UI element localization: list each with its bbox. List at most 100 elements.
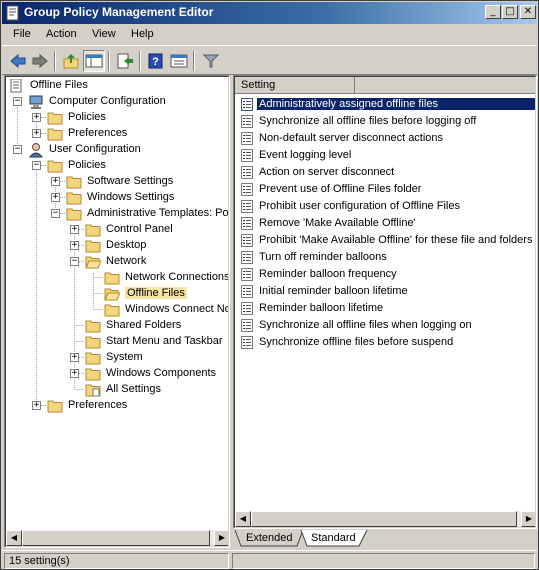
setting-icon xyxy=(241,217,253,230)
scroll-left-icon[interactable]: ◀ xyxy=(235,511,251,527)
scrollbar-thumb[interactable] xyxy=(22,530,210,546)
column-header-setting[interactable]: Setting xyxy=(235,77,355,94)
show-hide-tree-icon[interactable] xyxy=(83,50,105,72)
tree-item-user-policies[interactable]: − Policies xyxy=(6,158,228,174)
settings-horizontal-scrollbar[interactable]: ◀ ▶ xyxy=(235,511,535,527)
tree-item-label: Offline Files xyxy=(30,79,88,91)
maximize-button[interactable]: □ xyxy=(502,5,518,19)
folder-icon xyxy=(85,320,101,333)
toolbar-separator xyxy=(108,51,110,71)
tree-item-windows-connect-now[interactable]: Windows Connect Now xyxy=(6,302,229,318)
collapse-icon[interactable]: − xyxy=(70,257,79,266)
expand-icon[interactable]: + xyxy=(32,401,41,410)
folder-icon xyxy=(47,112,63,125)
tree-item-start-menu-taskbar[interactable]: Start Menu and Taskbar xyxy=(6,334,228,350)
setting-icon xyxy=(241,319,253,332)
setting-icon xyxy=(241,234,253,247)
menu-help[interactable]: Help xyxy=(131,28,154,40)
computer-icon xyxy=(29,95,43,109)
tree-item-administrative-templates[interactable]: − Administrative Templates: Pol xyxy=(6,206,228,222)
setting-icon xyxy=(241,302,253,315)
tree-item-windows-components[interactable]: + Windows Components xyxy=(6,366,228,382)
tree-item-software-settings[interactable]: + Software Settings xyxy=(6,174,228,190)
expand-icon[interactable]: + xyxy=(70,225,79,234)
collapse-icon[interactable]: − xyxy=(13,97,22,106)
tree-item-windows-settings[interactable]: + Windows Settings xyxy=(6,190,228,206)
properties-icon[interactable] xyxy=(168,50,190,72)
tree-item-label: Start Menu and Taskbar xyxy=(106,335,223,347)
tree-item-label: Preferences xyxy=(68,127,128,139)
forward-icon[interactable] xyxy=(29,50,51,72)
tree-item-desktop[interactable]: + Desktop xyxy=(6,238,228,254)
up-icon[interactable] xyxy=(60,50,82,72)
expand-icon[interactable]: + xyxy=(70,369,79,378)
tab-extended[interactable]: Extended xyxy=(238,530,300,548)
folder-icon xyxy=(85,352,101,365)
setting-label: Turn off reminder balloons xyxy=(259,251,387,263)
setting-icon xyxy=(241,200,253,213)
setting-label: Administratively assigned offline files xyxy=(257,98,535,110)
menu-view[interactable]: View xyxy=(92,28,116,40)
tree-item-system[interactable]: + System xyxy=(6,350,228,366)
folder-icon xyxy=(66,208,82,221)
close-button[interactable]: ✕ xyxy=(520,5,536,19)
scroll-right-icon[interactable]: ▶ xyxy=(521,511,535,527)
tab-standard[interactable]: Standard xyxy=(303,530,364,548)
expand-icon[interactable]: + xyxy=(32,129,41,138)
tree-item-computer-preferences[interactable]: + Preferences xyxy=(6,126,228,142)
toolbar-separator xyxy=(54,51,56,71)
menu-file[interactable]: File xyxy=(13,28,31,40)
folder-icon xyxy=(85,368,101,381)
export-icon[interactable] xyxy=(114,50,136,72)
back-icon[interactable] xyxy=(7,50,29,72)
scroll-left-icon[interactable]: ◀ xyxy=(6,530,22,546)
tree-item-label: Windows Settings xyxy=(87,191,175,203)
scroll-right-icon[interactable]: ▶ xyxy=(214,530,228,546)
folder-icon xyxy=(66,192,82,205)
tree-item-computer-configuration[interactable]: − Computer Configuration xyxy=(6,94,228,110)
setting-label: Reminder balloon lifetime xyxy=(259,302,384,314)
status-cell-empty xyxy=(232,553,535,569)
folder-open-icon xyxy=(85,256,101,269)
expand-icon[interactable]: + xyxy=(70,241,79,250)
help-icon[interactable]: ? xyxy=(145,50,167,72)
tree-horizontal-scrollbar[interactable]: ◀ ▶ xyxy=(6,530,228,546)
tree-item-shared-folders[interactable]: Shared Folders xyxy=(6,318,228,334)
gpo-editor-icon xyxy=(6,5,19,21)
menu-action[interactable]: Action xyxy=(46,28,77,40)
setting-icon xyxy=(241,132,253,145)
tree-item-all-settings[interactable]: All Settings xyxy=(6,382,228,398)
tree-item-user-configuration[interactable]: − User Configuration xyxy=(6,142,228,158)
tree-item-label: Network xyxy=(106,255,147,267)
collapse-icon[interactable]: − xyxy=(51,209,60,218)
tree-item-user-preferences[interactable]: + Preferences xyxy=(6,398,228,414)
expand-icon[interactable]: + xyxy=(51,177,60,186)
expand-icon[interactable]: + xyxy=(32,113,41,122)
status-setting-count: 15 setting(s) xyxy=(4,553,229,569)
setting-icon xyxy=(241,268,253,281)
title-bar[interactable]: Group Policy Management Editor _ □ ✕ xyxy=(2,2,537,24)
filter-icon[interactable] xyxy=(200,50,222,72)
setting-icon xyxy=(241,166,253,179)
setting-label: Event logging level xyxy=(259,149,352,161)
tree-item-label: Windows Connect Now xyxy=(125,303,229,315)
expand-icon[interactable]: + xyxy=(51,193,60,202)
tree-item-offline-files[interactable]: Offline Files xyxy=(6,286,228,302)
tree-item-label: Desktop xyxy=(106,239,147,251)
policy-document-icon xyxy=(10,79,22,93)
tree-root-offline-files[interactable]: Offline Files xyxy=(6,78,228,94)
minimize-button[interactable]: _ xyxy=(485,5,501,19)
expand-icon[interactable]: + xyxy=(70,353,79,362)
tree-item-control-panel[interactable]: + Control Panel xyxy=(6,222,228,238)
collapse-icon[interactable]: − xyxy=(32,161,41,170)
tree-item-network-connections[interactable]: Network Connections xyxy=(6,270,228,286)
scrollbar-thumb[interactable] xyxy=(251,511,517,527)
menu-bar: File Action View Help xyxy=(2,25,537,44)
tree-item-computer-policies[interactable]: + Policies xyxy=(6,110,228,126)
toolbar-separator xyxy=(139,51,141,71)
tree-item-network[interactable]: − Network xyxy=(6,254,228,270)
view-tabs: Extended Standard xyxy=(233,530,536,548)
collapse-icon[interactable]: − xyxy=(13,145,22,154)
tree-item-label: Shared Folders xyxy=(106,319,182,331)
tree-item-label: Software Settings xyxy=(87,175,174,187)
